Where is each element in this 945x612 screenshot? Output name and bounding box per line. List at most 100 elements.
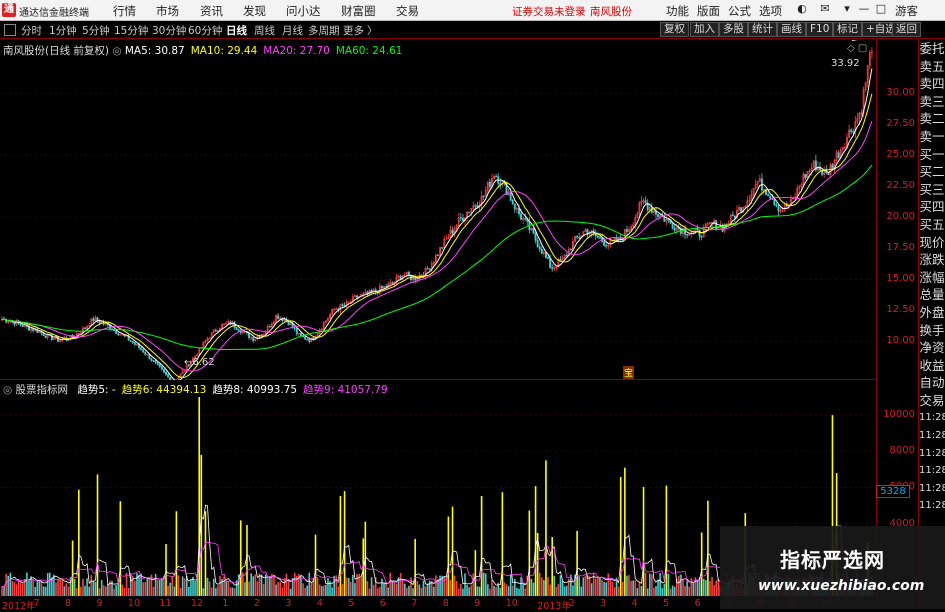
sidebar-item[interactable]: 买一 xyxy=(919,146,945,164)
period-monthly[interactable]: 月线 xyxy=(282,23,303,38)
menu-info[interactable]: 资讯 xyxy=(200,3,223,19)
sidebar-item[interactable]: 涨跌 xyxy=(919,251,945,269)
sidebar-item[interactable]: 卖一 xyxy=(919,128,945,146)
period-multi[interactable]: 多周期 xyxy=(308,23,340,38)
sidebar-item[interactable]: 11:28 xyxy=(919,462,945,480)
volume-bar xyxy=(457,588,460,596)
add-button[interactable]: 加入 xyxy=(690,22,719,37)
sidebar-item[interactable]: 11:28 xyxy=(919,409,945,427)
sidebar-item[interactable]: 卖四 xyxy=(919,75,945,93)
minimize-icon[interactable]: — xyxy=(857,2,871,17)
volume-bar xyxy=(636,587,639,596)
mail-icon[interactable]: ✉ xyxy=(818,2,832,17)
price-chart-panel[interactable] xyxy=(0,36,877,384)
volume-bar xyxy=(624,467,626,596)
sidebar-item[interactable]: 自动 xyxy=(919,374,945,392)
period-weekly[interactable]: 周线 xyxy=(254,23,275,38)
sidebar-item[interactable]: 11:28 xyxy=(919,427,945,445)
multi-stock-button[interactable]: 多股 xyxy=(719,22,748,37)
back-button[interactable]: 返回 xyxy=(892,22,921,37)
skin-icon[interactable]: ◐ xyxy=(795,2,809,17)
menu-wealth[interactable]: 财富圈 xyxy=(341,3,376,19)
sidebar-item[interactable]: 收益 xyxy=(919,357,945,375)
trade-login-alert[interactable]: 证券交易未登录 xyxy=(512,4,586,19)
period-5min[interactable]: 5分钟 xyxy=(82,23,110,38)
period-1min[interactable]: 1分钟 xyxy=(49,23,77,38)
stock-link[interactable]: 南风股份 xyxy=(590,4,632,19)
restore-rights-button[interactable]: 复权 xyxy=(660,22,689,37)
guest-user[interactable]: 游客 xyxy=(895,3,918,19)
sidebar-item[interactable]: 换手 xyxy=(919,322,945,340)
menu-trade[interactable]: 交易 xyxy=(396,3,419,19)
mark-button[interactable]: 标记 xyxy=(833,22,862,37)
more-chevron-icon[interactable]: 〉 xyxy=(367,23,378,38)
period-more[interactable]: 更多 xyxy=(343,23,364,38)
maximize-icon[interactable]: □ xyxy=(874,2,888,17)
sidebar-item[interactable]: 11:28 xyxy=(919,480,945,498)
volume-bar xyxy=(179,588,182,596)
sidebar-item[interactable]: 卖三 xyxy=(919,93,945,111)
volume-bar xyxy=(75,588,78,596)
candle-body xyxy=(129,340,132,342)
sidebar-item[interactable]: 现价 xyxy=(919,234,945,252)
sidebar-item[interactable]: 卖五 xyxy=(919,58,945,76)
period-15min[interactable]: 15分钟 xyxy=(114,23,148,38)
dropdown-icon[interactable]: ▾ xyxy=(840,2,854,17)
sidebar-item[interactable]: 交易 xyxy=(919,392,945,410)
period-daily[interactable]: 日线 xyxy=(226,23,247,38)
candle-body xyxy=(671,222,674,229)
menu-formula[interactable]: 公式 xyxy=(728,3,751,19)
sidebar-item[interactable]: 总量 xyxy=(919,286,945,304)
indicator-settings-icon[interactable]: ◎ xyxy=(3,384,16,396)
volume-bar xyxy=(412,588,414,596)
sidebar-item[interactable]: 买五 xyxy=(919,216,945,234)
menu-layout[interactable]: 版面 xyxy=(697,3,720,19)
candle-body xyxy=(133,342,136,345)
volume-bar xyxy=(682,579,684,596)
settings-icon[interactable]: ◎ xyxy=(112,45,125,57)
sidebar-item[interactable]: 外盘 xyxy=(919,304,945,322)
volume-bar xyxy=(702,578,705,596)
period-60min[interactable]: 60分钟 xyxy=(188,23,222,38)
menu-function[interactable]: 功能 xyxy=(666,3,689,19)
volume-bar xyxy=(339,496,342,596)
period-intraday[interactable]: 分时 xyxy=(21,23,42,38)
volume-bar xyxy=(11,581,14,596)
sidebar-item[interactable]: 净资 xyxy=(919,339,945,357)
volume-bar xyxy=(190,579,192,596)
price-chart[interactable] xyxy=(0,36,877,384)
time-tick: 10 xyxy=(127,598,141,609)
menu-options[interactable]: 选项 xyxy=(759,3,782,19)
menu-ask[interactable]: 问小达 xyxy=(286,3,321,19)
sidebar-item[interactable]: 委托 xyxy=(919,40,945,58)
period-30min[interactable]: 30分钟 xyxy=(152,23,186,38)
candle-body xyxy=(603,241,606,246)
sidebar-item[interactable]: 买三 xyxy=(919,181,945,199)
volume-bar xyxy=(219,576,221,596)
volume-bar xyxy=(688,586,691,596)
volume-bar xyxy=(148,578,151,596)
sidebar-item[interactable]: 11:28 xyxy=(919,445,945,463)
panel-toggle-icon[interactable] xyxy=(4,24,16,36)
menu-quotes[interactable]: 行情 xyxy=(113,3,136,19)
volume-bar xyxy=(119,501,122,596)
sidebar-item[interactable]: 11:28 xyxy=(919,497,945,515)
candle-body xyxy=(142,349,145,353)
sidebar-item[interactable]: 买四 xyxy=(919,198,945,216)
event-mark-badge[interactable]: 宝 xyxy=(623,366,635,379)
sidebar-item[interactable]: 买二 xyxy=(919,163,945,181)
sidebar-item[interactable]: 涨幅 xyxy=(919,269,945,287)
menu-market[interactable]: 市场 xyxy=(156,3,179,19)
statistics-button[interactable]: 统计 xyxy=(748,22,777,37)
draw-line-button[interactable]: 画线 xyxy=(777,22,806,37)
diamond-icon[interactable]: ◇ ▢ xyxy=(847,43,867,54)
sidebar-item[interactable]: 卖二 xyxy=(919,110,945,128)
menu-discover[interactable]: 发现 xyxy=(243,3,266,19)
volume-bar xyxy=(503,582,506,596)
volume-bar xyxy=(121,584,124,596)
volume-bar xyxy=(692,583,695,596)
f10-button[interactable]: F10 xyxy=(806,22,834,37)
volume-bar xyxy=(188,586,190,596)
volume-bar xyxy=(347,578,350,596)
volume-bar xyxy=(32,579,34,596)
